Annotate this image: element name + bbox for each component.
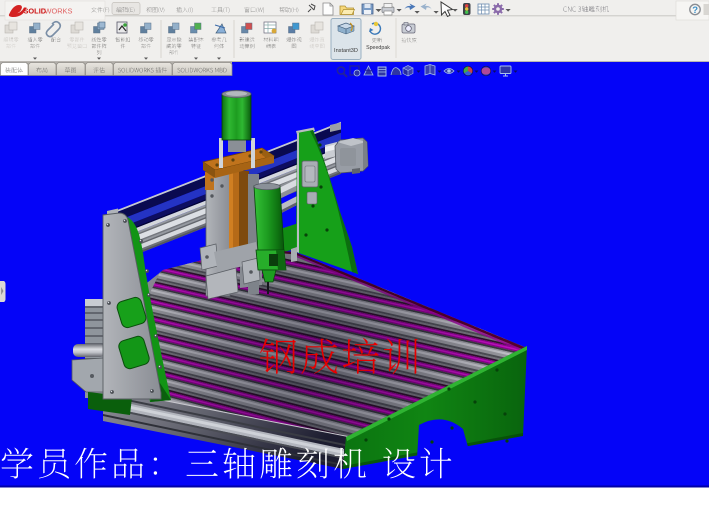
svg-text:Speedpak: Speedpak — [366, 45, 390, 51]
svg-text:Instant3D: Instant3D — [334, 48, 358, 54]
svg-text:SOLID: SOLID — [24, 6, 47, 15]
svg-text:WORKS: WORKS — [45, 6, 73, 15]
svg-text:?: ? — [692, 5, 698, 16]
